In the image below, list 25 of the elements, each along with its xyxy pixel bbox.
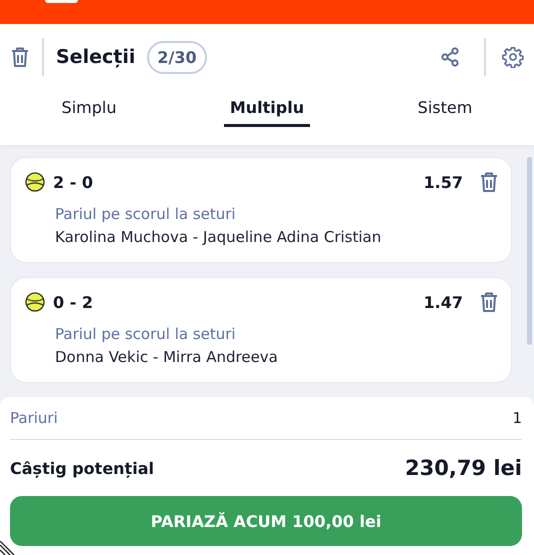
- odds-text: 1.47: [424, 292, 463, 312]
- win-value: 230,79 lei: [405, 456, 522, 480]
- match-text: Karolina Muchova - Jaqueline Adina Cristian: [55, 228, 382, 246]
- bets-label: Pariuri: [10, 409, 58, 427]
- panel-title: Selecții: [56, 46, 136, 68]
- count-badge: 2/30: [147, 40, 207, 74]
- delete-icon[interactable]: [479, 291, 499, 313]
- tab[interactable]: Sistem: [356, 90, 534, 145]
- scrollbar[interactable]: [527, 157, 532, 345]
- bets-value: 1: [512, 409, 522, 427]
- score-text: 2 - 0: [53, 172, 94, 192]
- win-label: Câștig potențial: [10, 458, 154, 478]
- market-text: Pariul pe scorul la seturi: [55, 205, 237, 223]
- score-text: 0 - 2: [53, 292, 94, 312]
- tennis-ball-icon: [25, 292, 45, 312]
- market-text: Pariul pe scorul la seturi: [55, 325, 237, 343]
- settings-icon[interactable]: [502, 46, 524, 68]
- delete-icon[interactable]: [479, 171, 499, 193]
- tab[interactable]: Simplu: [0, 90, 178, 145]
- delete-icon[interactable]: [10, 46, 30, 68]
- share-icon[interactable]: [440, 47, 460, 67]
- tab[interactable]: Multiplu: [178, 90, 356, 145]
- odds-text: 1.57: [424, 172, 463, 192]
- match-text: Donna Vekic - Mirra Andreeva: [55, 348, 279, 366]
- tennis-ball-icon: [25, 172, 45, 192]
